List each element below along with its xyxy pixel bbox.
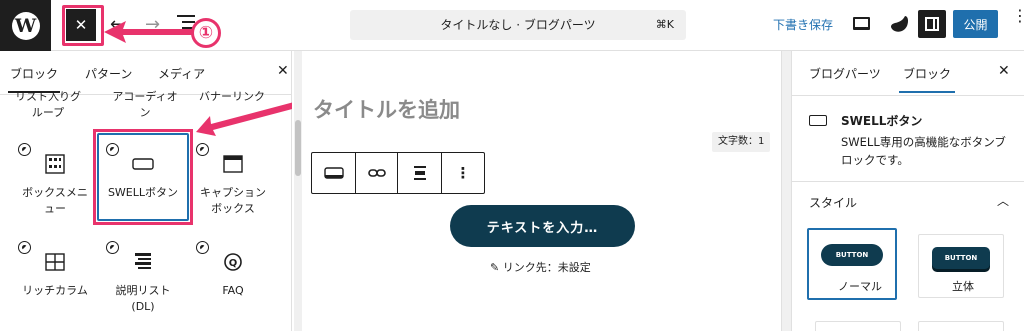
- close-icon[interactable]: ✕: [277, 63, 289, 79]
- post-title-input[interactable]: タイトルを追加: [313, 94, 460, 124]
- swell-button-icon: [132, 153, 154, 175]
- block-item-label: キャプション ボックス: [200, 186, 266, 215]
- block-description: SWELL専用の高機能なボタンブロックです。: [841, 135, 1006, 167]
- block-item-label: SWELLボタン: [107, 186, 179, 199]
- tabs-divider: [792, 95, 1024, 96]
- wordpress-logo-icon: W: [11, 11, 40, 40]
- swell-logo-icon[interactable]: [888, 13, 910, 35]
- chevron-up-icon[interactable]: ︿: [997, 192, 1009, 209]
- annotation-highlight-close: [62, 5, 104, 46]
- block-item-label: リッチカラム: [22, 284, 88, 297]
- styles-panel-heading[interactable]: スタイル: [809, 194, 857, 211]
- block-inserter-panel: ブロック パターン メディア ✕ リスト入りグ ループ アコーディオ ン バナー…: [0, 51, 292, 331]
- swell-button-icon: [323, 167, 344, 179]
- style-option-partial[interactable]: [918, 321, 1004, 331]
- annotation-arrow-1: [104, 21, 194, 43]
- close-icon[interactable]: ✕: [998, 63, 1010, 79]
- tab-blocks[interactable]: ブロック: [7, 65, 61, 93]
- rich-columns-icon: [44, 251, 66, 273]
- sidebar-icon: [925, 17, 939, 31]
- style-label-solid: 立体: [952, 280, 974, 293]
- block-item-swell-button[interactable]: SWELLボタン: [100, 153, 186, 201]
- description-list-icon: [132, 251, 154, 273]
- canvas-scrollbar[interactable]: [781, 51, 791, 331]
- command-palette-bar[interactable]: タイトルなし · ブログパーツ ⌘K: [350, 10, 686, 40]
- style-preview-button: BUTTON: [821, 244, 883, 266]
- style-preview-button: BUTTON: [932, 247, 990, 269]
- pencil-icon: ✎: [490, 261, 500, 274]
- link-status: ✎ リンク先：未設定: [490, 259, 591, 275]
- swell-button-icon: [809, 115, 827, 126]
- align-button[interactable]: [398, 153, 442, 193]
- publish-button[interactable]: 公開: [953, 10, 998, 38]
- link-icon: [367, 169, 386, 177]
- panel-divider: [792, 181, 1024, 182]
- swell-button-preview[interactable]: テキストを入力…: [450, 205, 635, 247]
- more-options-button[interactable]: ⋮: [442, 153, 484, 193]
- wordpress-logo-button[interactable]: W: [0, 0, 51, 51]
- caption-box-icon: [222, 153, 244, 175]
- block-item-list-group[interactable]: リスト入りグ ループ: [12, 89, 84, 121]
- command-shortcut: ⌘K: [655, 18, 674, 31]
- block-item-label: 説明リスト (DL): [115, 284, 171, 313]
- box-menu-icon: [44, 153, 66, 175]
- svg-text:Q: Q: [229, 258, 238, 269]
- link-button[interactable]: [356, 153, 398, 193]
- faq-icon: Q: [222, 251, 244, 273]
- tab-blog-parts[interactable]: ブログパーツ: [809, 65, 881, 82]
- document-title: タイトルなし · ブログパーツ: [440, 18, 596, 32]
- annotation-arrow-2: [196, 102, 296, 136]
- link-status-label: リンク先：未設定: [502, 261, 591, 274]
- block-item-caption-box[interactable]: キャプション ボックス: [190, 153, 276, 217]
- scrollbar-thumb[interactable]: [295, 120, 301, 176]
- tab-block[interactable]: ブロック: [898, 65, 956, 93]
- align-center-icon: [413, 166, 426, 180]
- block-item-label: ボックスメニ ュー: [22, 186, 88, 215]
- style-label-normal: ノーマル: [838, 280, 882, 293]
- block-item-description-list[interactable]: 説明リスト (DL): [100, 251, 186, 315]
- tab-patterns[interactable]: パターン: [85, 65, 132, 82]
- style-option-partial[interactable]: [815, 321, 901, 331]
- options-menu-icon[interactable]: ⋮: [1012, 8, 1024, 24]
- block-name: SWELLボタン: [841, 114, 923, 128]
- more-vertical-icon: ⋮: [455, 164, 471, 182]
- save-draft-button[interactable]: 下書き保存: [773, 16, 833, 33]
- block-type-button[interactable]: [312, 153, 356, 193]
- preview-icon[interactable]: [853, 17, 870, 30]
- block-item-accordion[interactable]: アコーディオ ン: [109, 89, 181, 121]
- block-item-faq[interactable]: Q FAQ: [190, 251, 276, 299]
- settings-sidebar: ブログパーツ ブロック ✕ SWELLボタン SWELL専用の高機能なボタンブロ…: [791, 51, 1024, 331]
- character-count: 文字数：1: [712, 132, 771, 152]
- tab-media[interactable]: メディア: [158, 65, 205, 82]
- block-item-box-menu[interactable]: ボックスメニ ュー: [12, 153, 98, 217]
- block-item-label: FAQ: [222, 284, 244, 297]
- settings-toggle-button[interactable]: [918, 10, 946, 38]
- block-item-rich-columns[interactable]: リッチカラム: [12, 251, 98, 299]
- inserter-scrollbar[interactable]: [294, 51, 302, 331]
- block-toolbar: ⋮: [311, 152, 485, 194]
